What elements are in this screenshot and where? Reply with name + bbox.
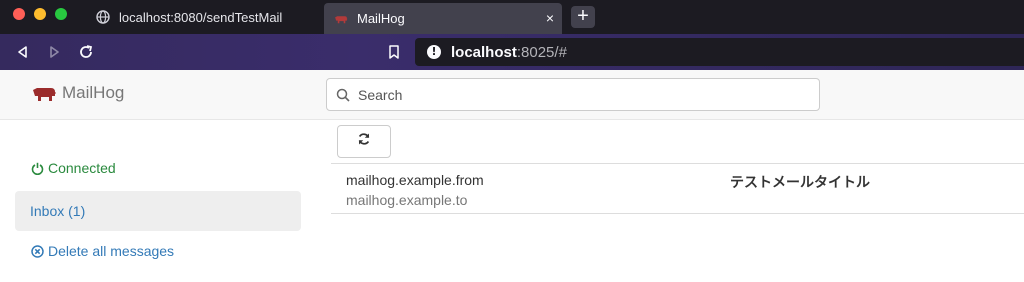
connection-status: Connected [31, 160, 116, 176]
brand-name: MailHog [62, 83, 125, 102]
window-close-button[interactable] [13, 8, 25, 20]
url-path: :8025/# [516, 43, 567, 61]
message-from: mailhog.example.from [346, 172, 484, 188]
reload-icon[interactable] [76, 42, 96, 62]
window-zoom-button[interactable] [55, 8, 67, 20]
brand-link[interactable]: MailHog [31, 83, 124, 103]
refresh-button[interactable] [337, 125, 391, 158]
inbox-label: Inbox (1) [30, 203, 86, 219]
search-input[interactable] [358, 86, 798, 103]
message-list-divider [331, 213, 1024, 214]
times-circle-icon [31, 244, 44, 258]
delete-all-messages-link[interactable]: Delete all messages [31, 243, 174, 259]
sidebar-item-inbox[interactable]: Inbox (1) [15, 191, 301, 231]
forward-icon[interactable] [44, 42, 64, 62]
message-to: mailhog.example.to [346, 192, 468, 208]
address-bar[interactable]: ! localhost:8025/# [415, 38, 1024, 66]
browser-tab-mailhog[interactable]: MailHog × [324, 3, 562, 34]
browser-tab-sendtestmail[interactable]: localhost:8080/sendTestMail [86, 0, 320, 34]
message-row[interactable]: mailhog.example.from mailhog.example.to … [331, 164, 1024, 213]
url-host: localhost [451, 43, 517, 61]
tab-close-icon[interactable]: × [546, 10, 554, 26]
bookmark-icon[interactable] [384, 42, 404, 62]
new-tab-button[interactable]: + [571, 6, 595, 28]
tab-title: MailHog [357, 11, 405, 26]
globe-icon [96, 10, 110, 24]
mailhog-pig-icon [334, 12, 348, 26]
app-navbar: MailHog [0, 70, 1024, 120]
site-info-icon[interactable]: ! [427, 45, 441, 59]
power-icon [31, 162, 44, 175]
window-minimize-button[interactable] [34, 8, 46, 20]
mailhog-logo-icon [31, 84, 57, 102]
refresh-icon [357, 132, 371, 151]
tab-title: localhost:8080/sendTestMail [119, 9, 283, 25]
delete-all-label: Delete all messages [48, 243, 175, 259]
back-icon[interactable] [13, 42, 33, 62]
browser-toolbar: ! localhost:8025/# [0, 34, 1024, 70]
search-icon [336, 88, 350, 102]
search-box[interactable] [326, 78, 820, 111]
connection-status-label: Connected [48, 160, 116, 176]
message-subject: テストメールタイトル [730, 175, 870, 191]
browser-tab-strip: localhost:8080/sendTestMail MailHog × + [0, 0, 1024, 34]
